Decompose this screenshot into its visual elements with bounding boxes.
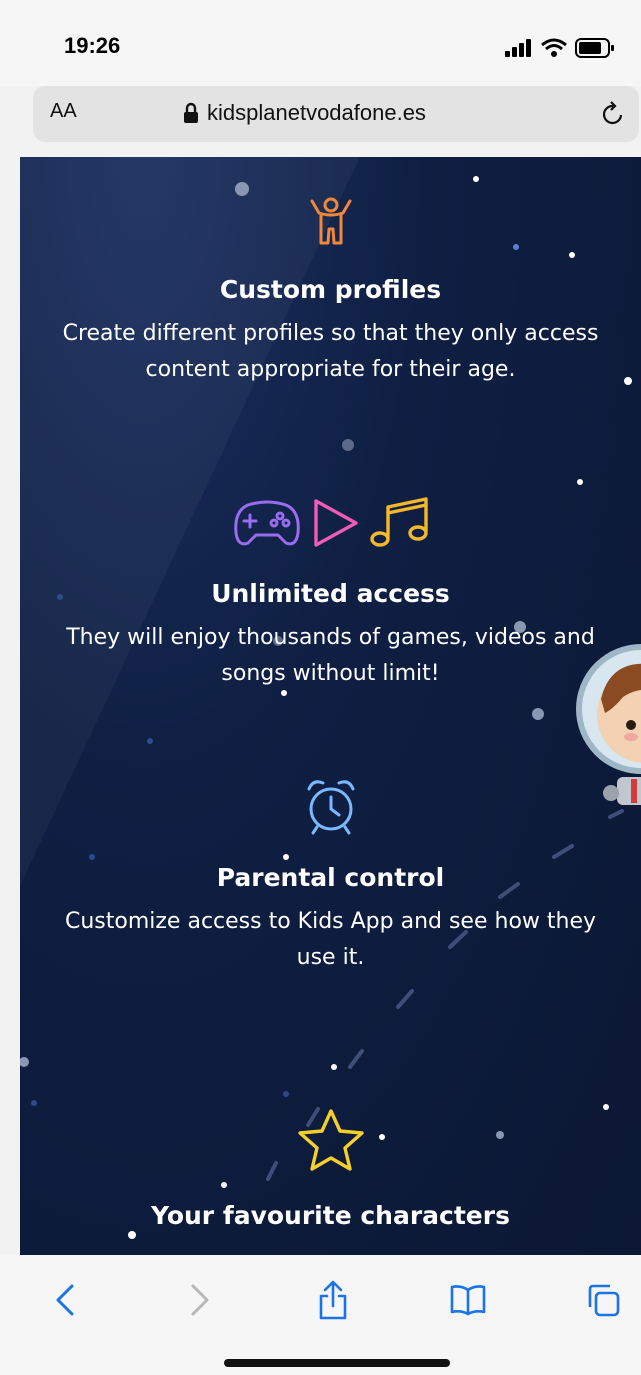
lock-icon	[184, 102, 198, 123]
chevron-right-icon	[191, 1284, 209, 1316]
text-size-button[interactable]: AA	[50, 100, 77, 123]
gamepad-icon	[233, 500, 300, 546]
tabs-icon	[588, 1284, 620, 1317]
play-icon	[313, 499, 358, 547]
chevron-left-icon	[56, 1284, 74, 1316]
url-text: kidsplanetvodafone.es	[207, 100, 426, 125]
tabs-button[interactable]	[578, 1275, 628, 1325]
feature-favourite-characters: Your favourite characters	[20, 1107, 641, 1230]
battery-icon	[575, 38, 614, 58]
back-button[interactable]	[40, 1275, 90, 1325]
status-bar: 19:26	[0, 0, 641, 86]
feature-title: Your favourite characters	[151, 1201, 510, 1230]
book-icon	[450, 1285, 486, 1316]
bookmarks-button[interactable]	[443, 1275, 493, 1325]
home-indicator	[224, 1359, 450, 1367]
status-time: 19:26	[64, 33, 121, 58]
address-field[interactable]: kidsplanetvodafone.es	[183, 100, 426, 126]
music-note-icon	[369, 497, 428, 547]
feature-description: Customize access to Kids App and see how…	[64, 909, 597, 970]
feature-title: Parental control	[216, 863, 445, 892]
feature-unlimited-access: Unlimited access They will enjoy thousan…	[20, 495, 641, 692]
wifi-icon	[541, 38, 567, 57]
forward-button[interactable]	[175, 1275, 225, 1325]
astronaut-illustration	[576, 644, 641, 805]
url-bar[interactable]: AA kidsplanetvodafone.es	[33, 86, 639, 142]
feature-description: Create different profiles so that they o…	[62, 321, 599, 382]
feature-title: Unlimited access	[211, 579, 450, 608]
share-icon	[319, 1280, 347, 1320]
reload-icon[interactable]	[599, 100, 627, 128]
feature-description: They will enjoy thousands of games, vide…	[66, 625, 595, 686]
feature-custom-profiles: Custom profiles Create different profile…	[20, 193, 641, 388]
status-icons	[505, 38, 615, 58]
share-button[interactable]	[308, 1275, 358, 1325]
feature-parental-control: Parental control Customize access to Kid…	[20, 775, 641, 976]
browser-toolbar	[0, 1255, 641, 1375]
person-arms-up-icon	[310, 197, 351, 245]
star-icon	[297, 1109, 364, 1171]
alarm-clock-icon	[307, 780, 354, 835]
signal-icon	[505, 39, 531, 57]
feature-title: Custom profiles	[219, 275, 442, 304]
page-content[interactable]: Custom profiles Create different profile…	[20, 157, 641, 1255]
